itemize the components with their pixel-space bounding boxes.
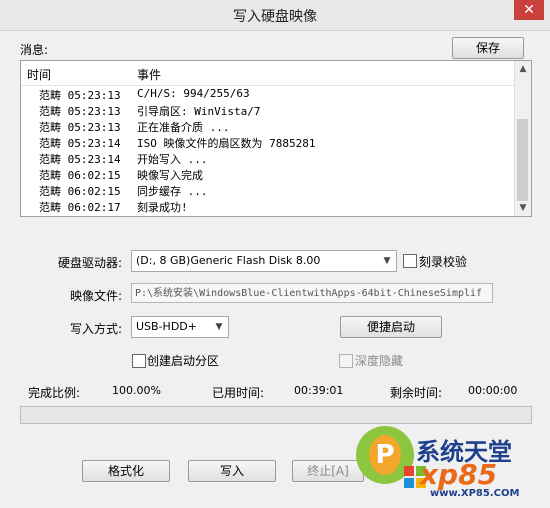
log-time: 范畴 06:02:17	[39, 201, 121, 214]
log-event: 引导扇区: WinVista/7	[137, 105, 261, 118]
format-button[interactable]: 格式化	[82, 460, 170, 482]
drive-label: 硬盘驱动器:	[58, 256, 123, 270]
log-time: 范畴 06:02:15	[39, 185, 121, 198]
chevron-down-icon: ▼	[383, 256, 391, 266]
close-button[interactable]: ✕	[514, 0, 544, 20]
image-file-field[interactable]: P:\系统安装\WindowsBlue-ClientwithApps-64bit…	[131, 283, 493, 303]
log-header: 时间 事件	[21, 61, 515, 86]
log-event: 映像写入完成	[137, 169, 203, 182]
log-scrollbar[interactable]: ▲ ▼	[514, 61, 531, 216]
elapsed-value: 00:39:01	[294, 384, 344, 397]
log-time: 范畴 05:23:13	[39, 121, 121, 134]
log-event: C/H/S: 994/255/63	[137, 87, 250, 100]
deep-hidden-checkbox[interactable]	[339, 354, 353, 368]
write-method-select[interactable]: USB-HDD+ ▼	[131, 316, 229, 338]
write-button[interactable]: 写入	[188, 460, 276, 482]
watermark-url: www.XP85.COM	[430, 488, 520, 499]
column-header-time[interactable]: 时间	[27, 66, 51, 83]
chevron-down-icon: ▼	[215, 322, 223, 332]
deep-hidden-label: 深度隐藏	[355, 354, 404, 368]
message-log[interactable]: 时间 事件 范畴 05:23:13 C/H/S: 994/255/63 范畴 05:…	[20, 60, 532, 217]
write-method-label: 写入方式:	[70, 322, 123, 336]
verify-checkbox[interactable]	[403, 254, 417, 268]
log-event: ISO 映像文件的扇区数为 7885281	[137, 137, 316, 150]
scroll-up-icon[interactable]: ▲	[515, 61, 531, 77]
log-time: 范畴 05:23:14	[39, 153, 121, 166]
create-partition-label: 创建启动分区	[147, 354, 220, 368]
progress-fill	[21, 407, 531, 423]
messages-label: 消息:	[20, 43, 49, 57]
title-bar: 写入硬盘映像 ✕	[0, 0, 550, 31]
remaining-value: 00:00:00	[468, 384, 518, 397]
save-button[interactable]: 保存	[452, 37, 524, 59]
watermark-p-icon: P	[369, 435, 401, 475]
stop-button[interactable]: 终止[A]	[292, 460, 364, 482]
scroll-down-icon[interactable]: ▼	[515, 200, 531, 216]
scroll-thumb[interactable]	[517, 119, 528, 201]
remaining-label: 剩余时间:	[390, 386, 443, 400]
image-file-label: 映像文件:	[70, 289, 123, 303]
log-time: 范畴 05:23:13	[39, 105, 121, 118]
verify-label: 刻录校验	[419, 255, 468, 269]
log-event: 同步缓存 ...	[137, 185, 208, 198]
column-header-event[interactable]: 事件	[137, 66, 161, 83]
percent-label: 完成比例:	[28, 386, 81, 400]
write-method-value: USB-HDD+	[136, 320, 197, 333]
log-event: 刻录成功!	[137, 201, 188, 214]
log-time: 范畴 06:02:15	[39, 169, 121, 182]
watermark-xp: xp85	[420, 458, 498, 491]
percent-value: 100.00%	[112, 384, 161, 397]
drive-select-value: (D:, 8 GB)Generic Flash Disk 8.00	[136, 254, 321, 267]
elapsed-label: 已用时间:	[212, 386, 265, 400]
drive-select[interactable]: (D:, 8 GB)Generic Flash Disk 8.00 ▼	[131, 250, 397, 272]
log-event: 开始写入 ...	[137, 153, 208, 166]
create-partition-checkbox[interactable]	[132, 354, 146, 368]
quick-boot-button[interactable]: 便捷启动	[340, 316, 442, 338]
window-title: 写入硬盘映像	[233, 9, 317, 25]
log-event: 正在准备介质 ...	[137, 121, 230, 134]
progress-bar	[20, 406, 532, 424]
log-time: 范畴 05:23:13	[39, 89, 121, 102]
log-time: 范畴 05:23:14	[39, 137, 121, 150]
